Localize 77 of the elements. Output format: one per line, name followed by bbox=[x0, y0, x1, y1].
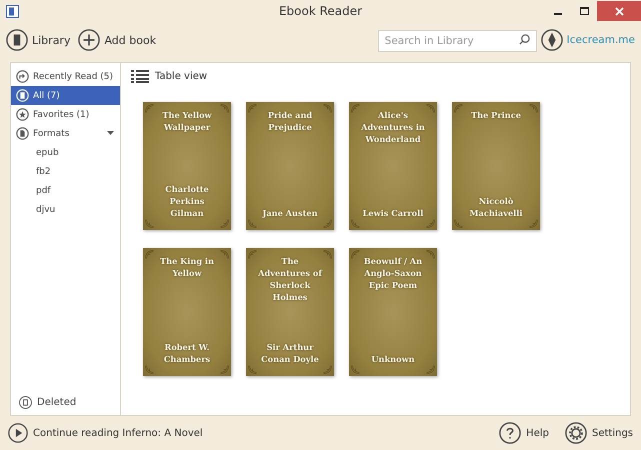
book-title: Beowulf / An Anglo-Saxon Epic Poem bbox=[362, 256, 424, 292]
sidebar-item[interactable]: Recently Read (5) bbox=[11, 67, 120, 86]
list-view-icon bbox=[131, 70, 149, 83]
ornament-icon bbox=[220, 219, 229, 228]
sidebar-item[interactable]: djvu bbox=[11, 200, 120, 219]
ornament-icon bbox=[145, 104, 154, 113]
book-title: Alice's Adventures in Wonderland bbox=[360, 110, 426, 146]
help-icon bbox=[499, 422, 522, 444]
sidebar-item[interactable]: fb2 bbox=[11, 162, 120, 181]
book-cover[interactable]: The Prince Niccolò Machiavelli bbox=[452, 102, 540, 230]
settings-icon bbox=[564, 422, 587, 444]
ornament-icon bbox=[529, 104, 538, 113]
maximize-icon bbox=[580, 7, 588, 15]
ornament-icon bbox=[220, 250, 229, 259]
help-button[interactable]: Help bbox=[499, 422, 549, 444]
close-icon bbox=[614, 6, 624, 16]
ornament-icon bbox=[426, 219, 435, 228]
ornament-icon bbox=[323, 250, 332, 259]
ornament-icon bbox=[454, 219, 463, 228]
book-author: Sir Arthur Conan Doyle bbox=[260, 342, 320, 366]
table-view-button[interactable]: Table view bbox=[131, 70, 208, 83]
ornament-icon bbox=[351, 104, 360, 113]
continue-reading-button[interactable]: Continue reading Inferno: A Novel bbox=[8, 423, 203, 443]
settings-button[interactable]: Settings bbox=[564, 422, 633, 444]
search-icon bbox=[518, 34, 530, 45]
book-icon bbox=[16, 89, 29, 102]
window-title: Ebook Reader bbox=[278, 4, 362, 18]
ornament-icon bbox=[220, 365, 229, 374]
book-icon bbox=[6, 29, 28, 51]
sidebar-item[interactable]: Formats bbox=[11, 124, 120, 143]
book-author: Niccolò Machiavelli bbox=[468, 196, 524, 220]
ornament-icon bbox=[323, 219, 332, 228]
book-cover[interactable]: The King in Yellow Robert W. Chambers bbox=[143, 248, 231, 376]
book-author: Lewis Carroll bbox=[362, 208, 424, 220]
sidebar-item[interactable]: Favorites (1) bbox=[11, 105, 120, 124]
star-icon bbox=[16, 108, 29, 121]
ornament-icon bbox=[454, 104, 463, 113]
sidebar-item[interactable]: pdf bbox=[11, 181, 120, 200]
plus-icon bbox=[78, 29, 100, 51]
ornament-icon bbox=[351, 219, 360, 228]
ornament-icon bbox=[248, 104, 257, 113]
close-button[interactable] bbox=[597, 1, 641, 21]
search-field[interactable]: Search in Library bbox=[378, 30, 537, 52]
document-icon bbox=[16, 127, 29, 140]
ornament-icon bbox=[529, 219, 538, 228]
sidebar-item[interactable]: epub bbox=[11, 143, 120, 162]
book-author: Charlotte Perkins Gilman bbox=[164, 184, 210, 220]
add-book-button[interactable]: Add book bbox=[78, 29, 160, 51]
ornament-icon bbox=[426, 365, 435, 374]
app-book-icon bbox=[6, 4, 19, 18]
book-author: Unknown bbox=[371, 354, 415, 366]
cone-icon bbox=[540, 29, 563, 51]
play-icon bbox=[8, 423, 28, 443]
book-title: Pride and Prejudice bbox=[266, 110, 314, 134]
sidebar-item[interactable]: All (7) bbox=[11, 86, 120, 105]
book-author: Robert W. Chambers bbox=[162, 342, 212, 366]
ornament-icon bbox=[426, 104, 435, 113]
ornament-icon bbox=[145, 250, 154, 259]
ornament-icon bbox=[248, 365, 257, 374]
ornament-icon bbox=[323, 104, 332, 113]
ornament-icon bbox=[351, 250, 360, 259]
ornament-icon bbox=[323, 365, 332, 374]
book-author: Jane Austen bbox=[262, 208, 318, 220]
library-button[interactable]: Library bbox=[6, 29, 74, 51]
ornament-icon bbox=[248, 250, 257, 259]
dropdown-caret-icon[interactable] bbox=[107, 131, 114, 136]
ornament-icon bbox=[426, 250, 435, 259]
ornament-icon bbox=[248, 219, 257, 228]
book-title: The Prince bbox=[471, 110, 521, 122]
book-title: The King in Yellow bbox=[159, 256, 215, 280]
book-title: The Yellow Wallpaper bbox=[161, 110, 213, 134]
deleted-item[interactable]: Deleted bbox=[11, 389, 120, 415]
ornament-icon bbox=[220, 104, 229, 113]
book-title: The Adventures of Sherlock Holmes bbox=[257, 256, 323, 304]
ornament-icon bbox=[145, 219, 154, 228]
ornament-icon bbox=[145, 365, 154, 374]
ornament-icon bbox=[351, 365, 360, 374]
